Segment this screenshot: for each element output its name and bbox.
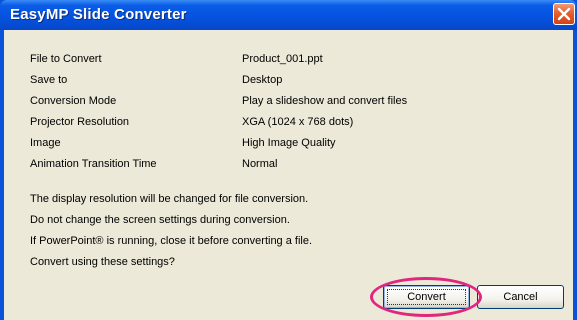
info-label: Projector Resolution [30, 116, 130, 128]
window-title: EasyMP Slide Converter [10, 6, 187, 23]
info-value: Product_001.ppt [242, 53, 323, 65]
info-row-save-to: Save to Desktop [30, 74, 550, 95]
info-label: Conversion Mode [30, 95, 117, 107]
info-row-image: Image High Image Quality [30, 137, 550, 158]
cancel-button[interactable]: Cancel [477, 285, 564, 309]
info-value: Play a slideshow and convert files [242, 95, 408, 107]
message-line: If PowerPoint® is running, close it befo… [30, 235, 313, 247]
info-row-file: File to Convert Product_001.ppt [30, 53, 550, 74]
info-row-conversion-mode: Conversion Mode Play a slideshow and con… [30, 95, 550, 116]
message-text: The display resolution will be changed f… [30, 193, 550, 277]
info-row-projector-resolution: Projector Resolution XGA (1024 x 768 dot… [30, 116, 550, 137]
info-row-animation-transition: Animation Transition Time Normal [30, 158, 550, 179]
info-value: Desktop [242, 74, 283, 86]
close-button[interactable] [553, 3, 575, 25]
cancel-button-label: Cancel [503, 291, 538, 303]
dialog-client-area: File to Convert Product_001.ppt Save to … [4, 30, 573, 320]
confirm-question: Convert using these settings? [30, 256, 175, 268]
dialog-window: EasyMP Slide Converter File to Convert P… [0, 0, 577, 320]
info-label: Save to [30, 74, 68, 86]
close-icon [557, 7, 571, 21]
convert-button[interactable]: Convert [383, 285, 470, 309]
message-line: The display resolution will be changed f… [30, 193, 309, 205]
message-line: Do not change the screen settings during… [30, 214, 290, 226]
info-label: Image [30, 137, 61, 149]
info-value: High Image Quality [242, 137, 336, 149]
info-label: Animation Transition Time [30, 158, 157, 170]
info-value: XGA (1024 x 768 dots) [242, 116, 354, 128]
info-label: File to Convert [30, 53, 102, 65]
convert-button-label: Convert [407, 291, 446, 303]
settings-summary: File to Convert Product_001.ppt Save to … [30, 53, 550, 179]
info-value: Normal [242, 158, 278, 170]
title-bar[interactable]: EasyMP Slide Converter [0, 0, 577, 30]
